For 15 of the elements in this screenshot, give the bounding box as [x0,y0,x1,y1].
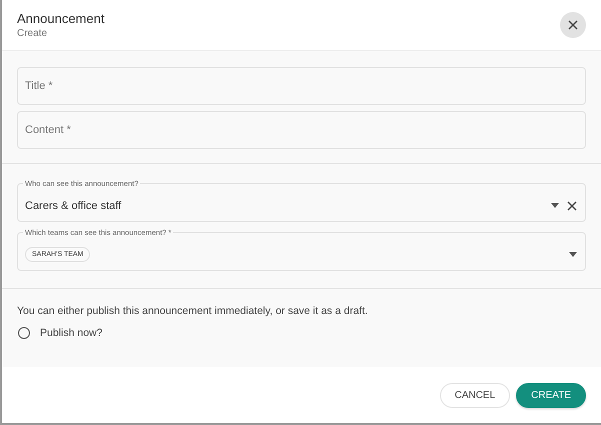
radio-button[interactable] [18,327,30,339]
text-field[interactable]: Title * [17,67,586,105]
close-icon [568,20,578,30]
radio-label: Publish now? [40,327,102,339]
dialog-title: Announcement [17,11,106,26]
dialog-subtitle: Create [17,28,48,39]
publish-note: You can either publish this announcement immediately, or save it as a draft. [17,305,369,317]
close-button[interactable] [560,12,586,38]
create-button[interactable]: CREATE [516,382,586,408]
clear-icon[interactable] [567,200,577,210]
cancel-button[interactable]: CANCEL [440,382,510,408]
select-value: Carers & office staff [25,200,122,212]
dropdown-caret-icon[interactable] [551,203,559,208]
text-field[interactable]: Content * [17,111,586,149]
dropdown-caret-icon[interactable] [569,252,577,257]
